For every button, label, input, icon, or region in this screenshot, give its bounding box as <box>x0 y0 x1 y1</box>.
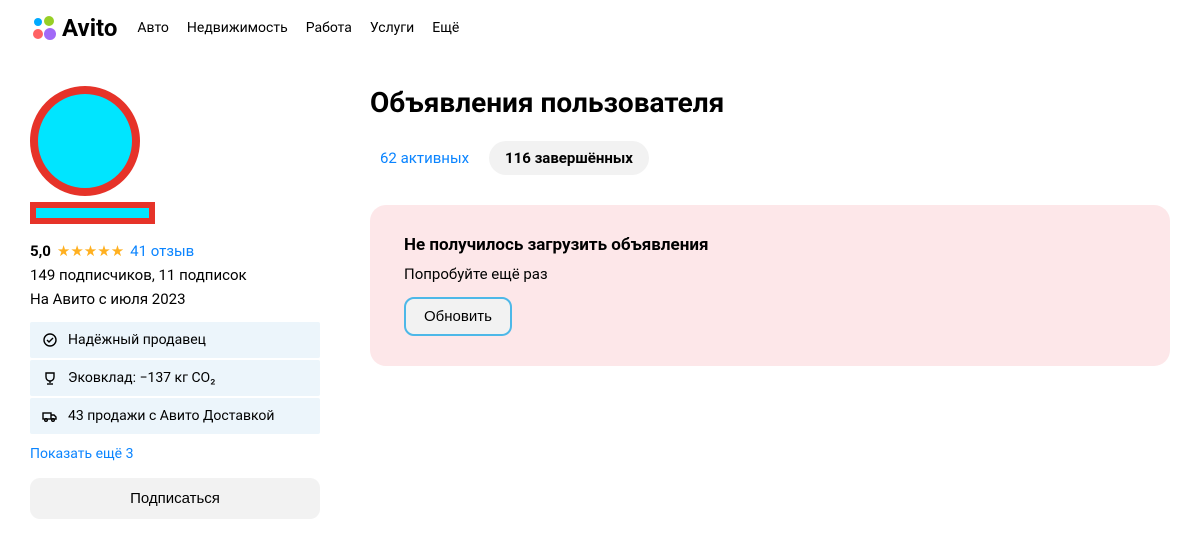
badge-label: 43 продажи с Авито Доставкой <box>68 408 274 424</box>
since-line: На Авито с июля 2023 <box>30 290 320 308</box>
stars-icon: ★★★★★ <box>57 242 124 260</box>
subscribers-line: 149 подписчиков, 11 подписок <box>30 266 320 284</box>
nav-auto[interactable]: Авто <box>137 20 169 36</box>
sidebar: 5,0 ★★★★★ 41 отзыв 149 подписчиков, 11 п… <box>30 86 320 519</box>
check-shield-icon <box>42 332 58 348</box>
nav-realty[interactable]: Недвижимость <box>187 20 288 36</box>
truck-icon <box>42 408 58 424</box>
nav: Авто Недвижимость Работа Услуги Ещё <box>137 20 459 36</box>
error-title: Не получилось загрузить объявления <box>404 235 1136 255</box>
badge-delivery: 43 продажи с Авито Доставкой <box>30 398 320 434</box>
badge-label: Надёжный продавец <box>68 332 206 348</box>
badge-eco: Эковклад: −137 кг CO₂ <box>30 360 320 396</box>
nav-services[interactable]: Услуги <box>370 20 414 36</box>
avatar-name-bar <box>30 202 155 224</box>
logo-dots-icon <box>30 14 58 42</box>
badge-label: Эковклад: −137 кг CO₂ <box>68 370 215 386</box>
main: Объявления пользователя 62 активных 116 … <box>370 86 1170 519</box>
avatar-circle <box>30 86 140 196</box>
error-box: Не получилось загрузить объявления Попро… <box>370 205 1170 366</box>
rating-value: 5,0 <box>30 242 51 260</box>
trophy-icon <box>42 370 58 386</box>
content: 5,0 ★★★★★ 41 отзыв 149 подписчиков, 11 п… <box>0 56 1200 549</box>
error-subtitle: Попробуйте ещё раз <box>404 265 1136 283</box>
rating-line: 5,0 ★★★★★ 41 отзыв <box>30 242 320 260</box>
logo-text: Avito <box>62 14 117 42</box>
badges-list: Надёжный продавец Эковклад: −137 кг CO₂ … <box>30 322 320 434</box>
nav-jobs[interactable]: Работа <box>306 20 352 36</box>
nav-more[interactable]: Ещё <box>432 20 459 36</box>
tab-completed[interactable]: 116 завершённых <box>489 141 649 175</box>
page-title: Объявления пользователя <box>370 86 1170 119</box>
show-more-link[interactable]: Показать ещё 3 <box>30 446 320 462</box>
reviews-link[interactable]: 41 отзыв <box>130 242 194 260</box>
tabs: 62 активных 116 завершённых <box>370 141 1170 175</box>
refresh-button[interactable]: Обновить <box>404 297 512 336</box>
tab-active[interactable]: 62 активных <box>370 141 479 175</box>
header: Avito Авто Недвижимость Работа Услуги Ещ… <box>0 0 1200 56</box>
avatar <box>30 86 320 224</box>
subscribe-button[interactable]: Подписаться <box>30 478 320 519</box>
badge-reliable: Надёжный продавец <box>30 322 320 358</box>
logo[interactable]: Avito <box>30 14 117 42</box>
